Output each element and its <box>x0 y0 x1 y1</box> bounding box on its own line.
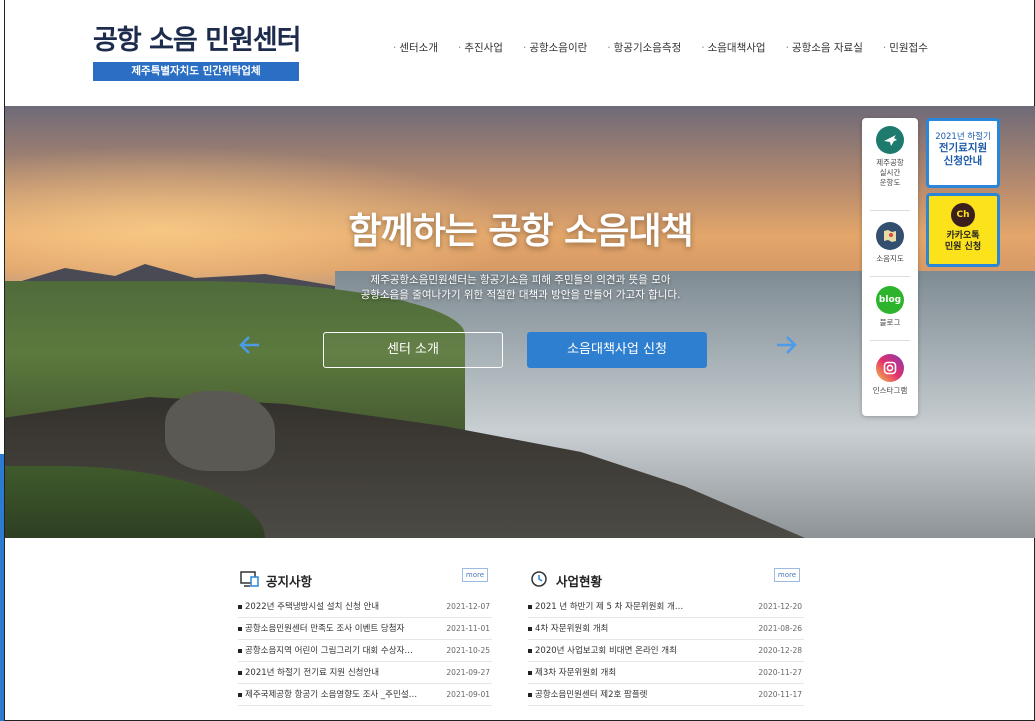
list-item-date: 2021-10-25 <box>446 646 490 655</box>
electricity-support-banner[interactable]: 2021년 하절기 전기료지원 신청안내 <box>926 118 1000 188</box>
list-item-title: 2020년 사업보고회 비대면 온라인 개최 <box>535 646 677 656</box>
quick-label: 운항도 <box>879 178 901 187</box>
instagram-icon <box>876 354 904 382</box>
nav-item-archive[interactable]: 공항소음 자료실 <box>776 40 873 55</box>
notice-list: 2022년 주택냉방시설 설치 신청 안내 2021-12-07 공항소음민원센터… <box>238 596 492 706</box>
divider <box>870 340 910 341</box>
list-item-date: 2021-11-01 <box>446 624 490 633</box>
list-item[interactable]: 4차 자문위원회 개최 2021-08-26 <box>528 618 804 640</box>
quick-label: 실시간 <box>879 168 901 177</box>
list-item-date: 2021-12-07 <box>446 602 490 611</box>
quick-menu: 제주공항 실시간 운항도 소음지도 blog 블로그 인스타그램 <box>862 118 918 416</box>
list-item-date: 2021-08-26 <box>758 624 802 633</box>
monitor-icon <box>240 571 259 587</box>
board-header: 공지사항 more <box>238 568 492 592</box>
airplane-icon <box>876 126 904 154</box>
list-item-date: 2020-11-17 <box>758 690 802 699</box>
logo-subtitle: 제주특별자치도 민간위탁업체 <box>93 62 299 81</box>
list-item-title: 2022년 주택냉방시설 설치 신청 안내 <box>245 602 380 612</box>
site-logo[interactable]: 공항 소음 민원센터 제주특별자치도 민간위탁업체 <box>93 22 303 81</box>
quick-label: 블로그 <box>879 318 901 327</box>
list-item-date: 2021-09-27 <box>446 668 490 677</box>
logo-title: 공항 소음 민원센터 <box>93 25 302 56</box>
nav-item-about-noise[interactable]: 공항소음이란 <box>513 40 597 55</box>
banner-subtitle: 신청안내 <box>943 155 983 167</box>
nav-item-noise-programs[interactable]: 소음대책사업 <box>691 40 775 55</box>
apply-noise-program-button[interactable]: 소음대책사업 신청 <box>527 332 707 368</box>
site-header: 공항 소음 민원센터 제주특별자치도 민간위탁업체 센터소개 추진사업 공항소음… <box>5 0 1034 106</box>
board-header: 사업현황 more <box>528 568 804 592</box>
page-frame: 공항 소음 민원센터 제주특별자치도 민간위탁업체 센터소개 추진사업 공항소음… <box>4 0 1035 721</box>
business-board: 사업현황 more 2021 년 하반기 제 5 차 자문위원회 개… 2021-… <box>528 568 804 706</box>
hero-rock <box>165 391 275 471</box>
list-item-title: 공항소음지역 어린이 그림그리기 대회 수상자… <box>245 646 413 656</box>
list-item-title: 제주국제공항 항공기 소음영향도 조사 _주민설… <box>245 690 418 700</box>
list-item[interactable]: 2022년 주택냉방시설 설치 신청 안내 2021-12-07 <box>238 596 492 618</box>
clock-icon <box>531 571 547 587</box>
list-item[interactable]: 공항소음민원센터 제2호 팜플렛 2020-11-17 <box>528 684 804 706</box>
banner-season: 2021년 하절기 <box>935 132 991 142</box>
notice-more-button[interactable]: more <box>462 568 488 582</box>
business-more-button[interactable]: more <box>774 568 800 582</box>
business-title: 사업현황 <box>556 574 603 589</box>
list-item[interactable]: 제주국제공항 항공기 소음영향도 조사 _주민설… 2021-09-01 <box>238 684 492 706</box>
list-item-title: 제3차 자문위원회 개최 <box>535 668 617 678</box>
map-icon <box>876 222 904 250</box>
list-item[interactable]: 2021 년 하반기 제 5 차 자문위원회 개… 2021-12-20 <box>528 596 804 618</box>
banner-title: 전기료지원 <box>938 142 988 154</box>
main-nav: 센터소개 추진사업 공항소음이란 항공기소음측정 소음대책사업 공항소음 자료실… <box>383 40 938 55</box>
banner-kakao-label: 민원 신청 <box>944 242 982 252</box>
kakao-channel-icon: Ch <box>951 203 975 227</box>
list-item-title: 2021년 하절기 전기료 지원 신청안내 <box>245 668 380 678</box>
arrow-right-icon[interactable] <box>773 332 799 358</box>
blog-icon: blog <box>876 286 904 314</box>
nav-item-projects[interactable]: 추진사업 <box>448 40 513 55</box>
list-item[interactable]: 제3차 자문위원회 개최 2020-11-27 <box>528 662 804 684</box>
nav-item-complaints[interactable]: 민원접수 <box>873 40 938 55</box>
nav-item-noise-measure[interactable]: 항공기소음측정 <box>597 40 691 55</box>
list-item[interactable]: 2020년 사업보고회 비대면 온라인 개최 2020-12-28 <box>528 640 804 662</box>
list-item-title: 공항소음민원센터 제2호 팜플렛 <box>535 690 648 700</box>
quick-label: 제주공항 <box>876 158 904 167</box>
quick-item-instagram[interactable]: 인스타그램 <box>862 354 918 396</box>
quick-label: 인스타그램 <box>872 386 908 395</box>
quick-item-blog[interactable]: blog 블로그 <box>862 286 918 328</box>
divider <box>870 276 910 277</box>
list-item-date: 2021-12-20 <box>758 602 802 611</box>
nav-item-center-intro[interactable]: 센터소개 <box>383 40 448 55</box>
list-item[interactable]: 2021년 하절기 전기료 지원 신청안내 2021-09-27 <box>238 662 492 684</box>
arrow-left-icon[interactable] <box>237 332 263 358</box>
quick-item-flight-status[interactable]: 제주공항 실시간 운항도 <box>862 126 918 188</box>
divider <box>870 210 910 211</box>
banner-kakao-label: 카카오톡 <box>946 231 980 241</box>
quick-label: 소음지도 <box>876 254 904 263</box>
list-item[interactable]: 공항소음지역 어린이 그림그리기 대회 수상자… 2021-10-25 <box>238 640 492 662</box>
kakao-complaint-banner[interactable]: Ch 카카오톡 민원 신청 <box>926 193 1000 267</box>
list-item-date: 2020-12-28 <box>758 646 802 655</box>
list-item-date: 2021-09-01 <box>446 690 490 699</box>
list-item-title: 4차 자문위원회 개최 <box>535 624 609 634</box>
list-item-date: 2020-11-27 <box>758 668 802 677</box>
notice-title: 공지사항 <box>266 574 313 589</box>
quick-item-noise-map[interactable]: 소음지도 <box>862 222 918 264</box>
notice-board: 공지사항 more 2022년 주택냉방시설 설치 신청 안내 2021-12-0… <box>238 568 492 706</box>
business-list: 2021 년 하반기 제 5 차 자문위원회 개… 2021-12-20 4차 자… <box>528 596 804 706</box>
list-item-title: 2021 년 하반기 제 5 차 자문위원회 개… <box>535 602 684 612</box>
list-item-title: 공항소음민원센터 만족도 조사 이벤트 당첨자 <box>245 624 405 634</box>
center-intro-button[interactable]: 센터 소개 <box>323 332 503 368</box>
list-item[interactable]: 공항소음민원센터 만족도 조사 이벤트 당첨자 2021-11-01 <box>238 618 492 640</box>
